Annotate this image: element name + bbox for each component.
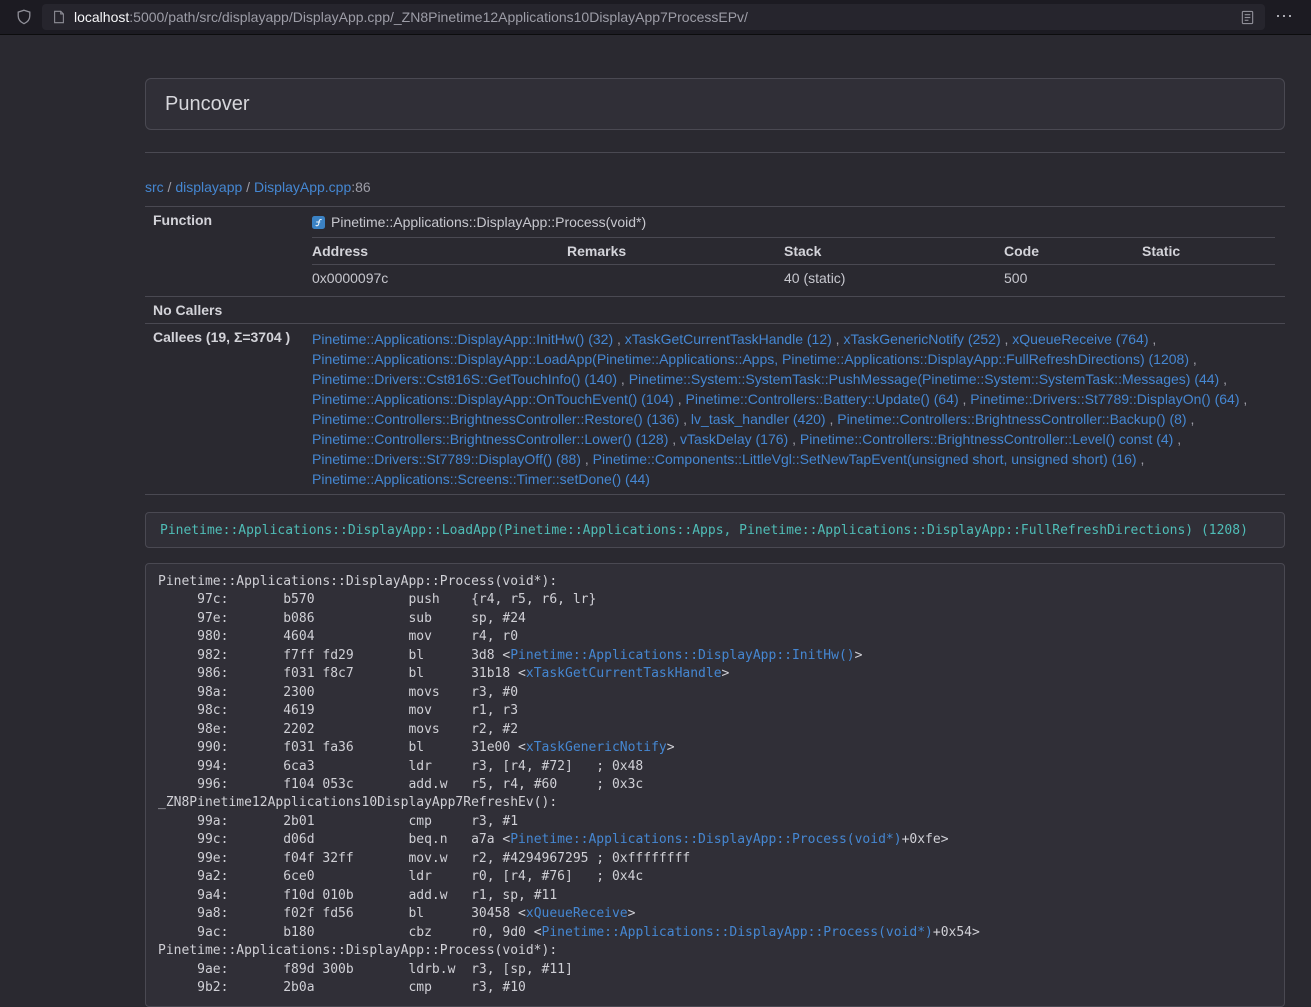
callee-separator: ,	[832, 331, 844, 347]
column-address: Address	[312, 238, 567, 265]
callee-separator: ,	[617, 371, 629, 387]
column-remarks: Remarks	[567, 238, 784, 265]
cell-code: 500	[1004, 265, 1142, 292]
callee-separator: ,	[613, 331, 625, 347]
tracking-protection-shield-icon[interactable]	[16, 9, 32, 25]
breadcrumb-link-file[interactable]: DisplayApp.cpp	[254, 179, 351, 195]
callees-list: Pinetime::Applications::DisplayApp::Init…	[312, 329, 1275, 489]
callee-link[interactable]: xTaskGenericNotify (252)	[843, 331, 1000, 347]
callee-separator: ,	[1187, 411, 1195, 427]
callee-link[interactable]: Pinetime::Controllers::BrightnessControl…	[312, 431, 668, 447]
callee-link[interactable]: Pinetime::System::SystemTask::PushMessag…	[629, 371, 1220, 387]
callee-separator: ,	[788, 431, 800, 447]
callee-separator: ,	[1148, 331, 1156, 347]
callee-link[interactable]: Pinetime::Applications::DisplayApp::Init…	[312, 331, 613, 347]
url-text: localhost:5000/path/src/displayapp/Displ…	[74, 9, 1232, 25]
no-callers-row: No Callers	[145, 297, 1285, 324]
callee-separator: ,	[679, 411, 691, 427]
breadcrumb-separator: /	[242, 179, 254, 195]
stats-header-row: Address Remarks Stack Code Static	[312, 238, 1275, 265]
callee-separator: ,	[1240, 391, 1248, 407]
callee-separator: ,	[1173, 431, 1181, 447]
function-table: Function Pinetime::Applications::Display…	[145, 206, 1285, 495]
breadcrumb-link-displayapp[interactable]: displayapp	[175, 179, 242, 195]
breadcrumb-line-number: :86	[351, 179, 370, 195]
no-callers-label: No Callers	[145, 297, 302, 324]
cell-static	[1142, 265, 1275, 292]
divider	[145, 152, 1285, 153]
callees-label: Callees (19, Σ=3704 )	[145, 324, 302, 495]
callee-separator: ,	[1137, 451, 1145, 467]
column-code: Code	[1004, 238, 1142, 265]
snippet-heading-link[interactable]: Pinetime::Applications::DisplayApp::Load…	[160, 521, 1248, 538]
callee-separator: ,	[668, 431, 680, 447]
callee-separator: ,	[826, 411, 838, 427]
url-bar[interactable]: localhost:5000/path/src/displayapp/Displ…	[42, 4, 1265, 30]
snippet-heading: Pinetime::Applications::DisplayApp::Load…	[145, 512, 1285, 548]
function-row-label: Function	[145, 207, 302, 297]
cell-remarks	[567, 265, 784, 292]
page-container: Puncover src / displayapp / DisplayApp.c…	[145, 78, 1285, 1007]
overflow-menu-icon[interactable]: ⋯	[1265, 3, 1301, 31]
function-title-line: Pinetime::Applications::DisplayApp::Proc…	[312, 212, 1275, 232]
disassembly: Pinetime::Applications::DisplayApp::Proc…	[145, 563, 1285, 1007]
breadcrumb-separator: /	[164, 179, 176, 195]
cell-stack: 40 (static)	[784, 265, 1004, 292]
callee-link[interactable]: Pinetime::Controllers::BrightnessControl…	[312, 411, 679, 427]
callee-link[interactable]: Pinetime::Drivers::St7789::DisplayOn() (…	[970, 391, 1239, 407]
reader-mode-icon[interactable]	[1240, 10, 1255, 25]
breadcrumb-link-src[interactable]: src	[145, 179, 164, 195]
callee-link[interactable]: vTaskDelay (176)	[680, 431, 788, 447]
callee-separator: ,	[674, 391, 686, 407]
code-symbol-link[interactable]: xTaskGetCurrentTaskHandle	[526, 666, 722, 681]
callee-separator: ,	[1219, 371, 1227, 387]
url-path: :5000/path/src/displayapp/DisplayApp.cpp…	[129, 9, 748, 25]
code-symbol-link[interactable]: Pinetime::Applications::DisplayApp::Proc…	[510, 832, 901, 847]
column-static: Static	[1142, 238, 1275, 265]
callee-link[interactable]: Pinetime::Controllers::BrightnessControl…	[800, 431, 1173, 447]
callee-separator: ,	[1189, 351, 1197, 367]
callee-separator: ,	[959, 391, 971, 407]
function-type-icon	[312, 216, 325, 229]
callee-link[interactable]: Pinetime::Components::LittleVgl::SetNewT…	[593, 451, 1137, 467]
callee-separator: ,	[1001, 331, 1013, 347]
callee-separator: ,	[581, 451, 593, 467]
symbol-stats-table: Address Remarks Stack Code Static 0x0000…	[312, 237, 1275, 291]
app-header: Puncover	[145, 78, 1285, 130]
callees-row: Callees (19, Σ=3704 ) Pinetime::Applicat…	[145, 324, 1285, 495]
url-host: localhost	[74, 9, 129, 25]
code-symbol-link[interactable]: Pinetime::Applications::DisplayApp::Init…	[510, 648, 854, 663]
code-symbol-link[interactable]: Pinetime::Applications::DisplayApp::Proc…	[542, 925, 933, 940]
breadcrumb: src / displayapp / DisplayApp.cpp:86	[145, 179, 1285, 195]
code-symbol-link[interactable]: xQueueReceive	[526, 906, 628, 921]
callee-link[interactable]: lv_task_handler (420)	[691, 411, 826, 427]
function-name: Pinetime::Applications::DisplayApp::Proc…	[331, 214, 646, 230]
callee-link[interactable]: xTaskGetCurrentTaskHandle (12)	[625, 331, 832, 347]
code-symbol-link[interactable]: xTaskGenericNotify	[526, 740, 667, 755]
function-row: Function Pinetime::Applications::Display…	[145, 207, 1285, 297]
callee-link[interactable]: Pinetime::Drivers::Cst816S::GetTouchInfo…	[312, 371, 617, 387]
cell-address: 0x0000097c	[312, 265, 567, 292]
snippet-heading-code: Pinetime::Applications::DisplayApp::Load…	[160, 523, 1248, 538]
callee-link[interactable]: xQueueReceive (764)	[1012, 331, 1148, 347]
column-stack: Stack	[784, 238, 1004, 265]
stats-value-row: 0x0000097c 40 (static) 500	[312, 265, 1275, 292]
page-icon[interactable]	[52, 10, 66, 24]
page-title: Puncover	[165, 93, 250, 116]
callee-link[interactable]: Pinetime::Controllers::Battery::Update()…	[686, 391, 959, 407]
callee-link[interactable]: Pinetime::Applications::Screens::Timer::…	[312, 471, 650, 487]
callee-link[interactable]: Pinetime::Applications::DisplayApp::OnTo…	[312, 391, 674, 407]
callee-link[interactable]: Pinetime::Applications::DisplayApp::Load…	[312, 351, 1189, 367]
callee-link[interactable]: Pinetime::Controllers::BrightnessControl…	[837, 411, 1186, 427]
callee-link[interactable]: Pinetime::Drivers::St7789::DisplayOff() …	[312, 451, 581, 467]
browser-toolbar: localhost:5000/path/src/displayapp/Displ…	[0, 0, 1311, 35]
